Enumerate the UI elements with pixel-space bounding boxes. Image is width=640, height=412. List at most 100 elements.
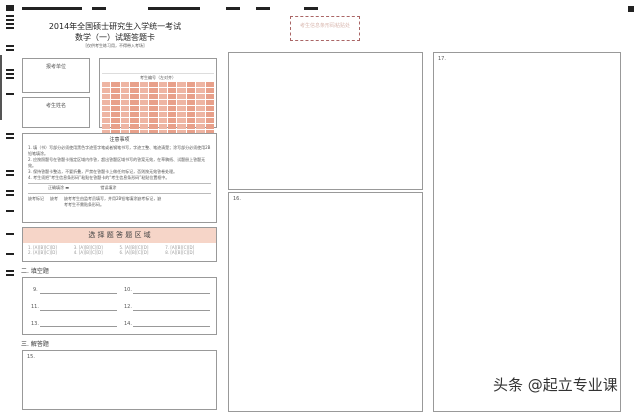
id-bubble[interactable] [205, 82, 214, 87]
id-bubble[interactable] [102, 100, 111, 105]
id-bubble[interactable] [205, 94, 214, 99]
answer-box-16[interactable]: 16. [228, 192, 423, 412]
id-bubble[interactable] [186, 100, 196, 105]
choice-row[interactable]: 6. [A][B][C][D] [120, 250, 166, 255]
id-bubble[interactable] [167, 124, 177, 129]
id-bubble[interactable] [177, 118, 186, 123]
id-bubble[interactable] [158, 112, 167, 117]
id-bubble[interactable] [120, 94, 130, 99]
id-bubble[interactable] [102, 118, 111, 123]
id-bubble[interactable] [130, 106, 139, 111]
choice-row[interactable]: 8. [A][B][C][D] [165, 250, 211, 255]
id-bubble[interactable] [158, 124, 167, 129]
id-bubble[interactable] [102, 112, 111, 117]
id-bubble[interactable] [111, 112, 120, 117]
id-bubble[interactable] [196, 88, 205, 93]
id-bubble[interactable] [102, 94, 111, 99]
id-bubble[interactable] [158, 100, 167, 105]
id-bubble[interactable] [130, 100, 139, 105]
id-bubble[interactable] [196, 124, 205, 129]
id-bubble[interactable] [102, 88, 111, 93]
id-bubble[interactable] [167, 106, 177, 111]
id-bubble[interactable] [177, 88, 186, 93]
id-bubble[interactable] [120, 88, 130, 93]
id-bubble[interactable] [149, 82, 158, 87]
id-bubble[interactable] [196, 94, 205, 99]
id-bubble[interactable] [139, 124, 149, 129]
candidate-id-grid[interactable]: 考生编号（左对齐） [99, 58, 217, 141]
id-bubble[interactable] [205, 88, 214, 93]
id-bubble[interactable] [102, 124, 111, 129]
id-bubble[interactable] [111, 94, 120, 99]
id-bubble[interactable] [205, 124, 214, 129]
id-bubble[interactable] [186, 118, 196, 123]
id-bubble[interactable] [120, 118, 130, 123]
id-bubble[interactable] [149, 88, 158, 93]
id-bubble[interactable] [158, 88, 167, 93]
id-bubble[interactable] [130, 118, 139, 123]
id-bubble[interactable] [139, 112, 149, 117]
id-bubble[interactable] [177, 94, 186, 99]
id-bubble[interactable] [139, 82, 149, 87]
id-bubble[interactable] [196, 112, 205, 117]
id-bubble[interactable] [158, 118, 167, 123]
id-bubble[interactable] [120, 124, 130, 129]
id-bubble[interactable] [120, 112, 130, 117]
id-bubble[interactable] [167, 94, 177, 99]
id-bubble[interactable] [186, 112, 196, 117]
id-bubble[interactable] [130, 88, 139, 93]
id-bubble[interactable] [111, 106, 120, 111]
id-bubble[interactable] [139, 88, 149, 93]
id-bubble[interactable] [111, 100, 120, 105]
id-bubble[interactable] [196, 82, 205, 87]
id-bubble[interactable] [196, 118, 205, 123]
id-bubble[interactable] [186, 82, 196, 87]
id-bubble[interactable] [149, 94, 158, 99]
id-bubble[interactable] [177, 82, 186, 87]
id-bubble[interactable] [102, 106, 111, 111]
absent-checkbox[interactable]: 缺考 [50, 196, 58, 208]
id-bubble[interactable] [167, 118, 177, 123]
id-bubble[interactable] [167, 100, 177, 105]
id-bubble[interactable] [177, 106, 186, 111]
answer-box-17[interactable]: 17. [433, 52, 621, 412]
id-bubble[interactable] [158, 82, 167, 87]
id-bubble[interactable] [120, 82, 130, 87]
answer-box-15[interactable]: 15. [22, 350, 217, 410]
id-bubble[interactable] [111, 124, 120, 129]
id-bubble[interactable] [149, 100, 158, 105]
id-bubble[interactable] [120, 100, 130, 105]
id-bubble[interactable] [130, 82, 139, 87]
id-bubble[interactable] [205, 106, 214, 111]
answer-box-15-continued[interactable] [228, 52, 423, 190]
id-bubble[interactable] [158, 106, 167, 111]
id-bubble[interactable] [177, 124, 186, 129]
id-bubble[interactable] [139, 106, 149, 111]
id-bubble[interactable] [149, 124, 158, 129]
id-bubble[interactable] [139, 100, 149, 105]
id-bubble[interactable] [186, 88, 196, 93]
id-bubble[interactable] [205, 118, 214, 123]
id-bubble[interactable] [111, 88, 120, 93]
id-bubble[interactable] [130, 124, 139, 129]
id-bubble[interactable] [186, 106, 196, 111]
id-bubble[interactable] [120, 106, 130, 111]
id-bubble[interactable] [186, 94, 196, 99]
id-bubble[interactable] [177, 100, 186, 105]
id-bubble[interactable] [149, 106, 158, 111]
name-field[interactable]: 考生姓名 [22, 97, 90, 128]
id-bubble[interactable] [167, 112, 177, 117]
id-bubble[interactable] [111, 118, 120, 123]
id-bubble[interactable] [167, 82, 177, 87]
exam-site-field[interactable]: 报考单位 [22, 58, 90, 93]
id-bubble[interactable] [130, 94, 139, 99]
id-bubble[interactable] [111, 82, 120, 87]
id-bubble[interactable] [167, 88, 177, 93]
id-bubble[interactable] [196, 100, 205, 105]
id-bubble[interactable] [205, 100, 214, 105]
id-bubble[interactable] [149, 112, 158, 117]
choice-row[interactable]: 4. [A][B][C][D] [74, 250, 120, 255]
id-bubble[interactable] [205, 112, 214, 117]
id-bubble[interactable] [186, 124, 196, 129]
id-bubble[interactable] [130, 112, 139, 117]
